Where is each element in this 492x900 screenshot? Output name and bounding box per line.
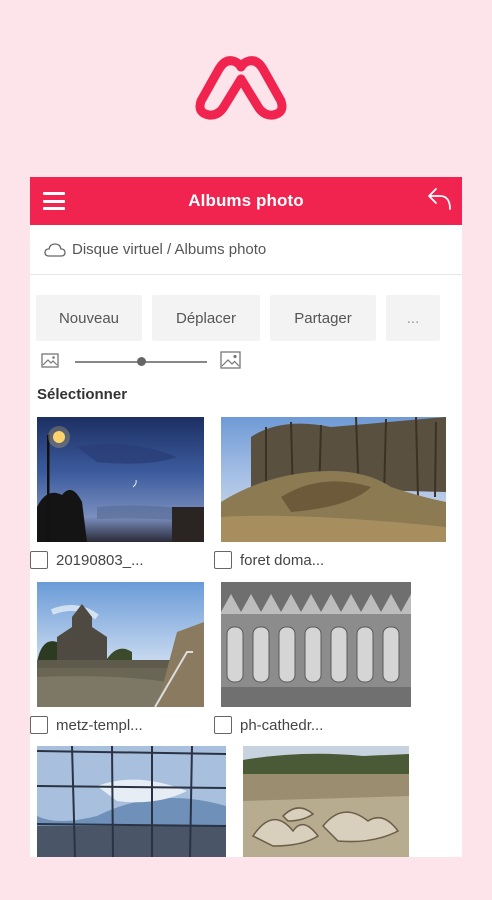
new-button[interactable]: Nouveau (36, 295, 142, 341)
photo-name: foret doma... (240, 551, 325, 569)
breadcrumb-path[interactable]: Disque virtuel / Albums photo (72, 241, 266, 258)
photo-checkbox[interactable] (214, 716, 232, 734)
photo-checkbox[interactable] (30, 716, 48, 734)
photo-image (221, 417, 446, 542)
photo-thumbnail[interactable] (37, 746, 226, 857)
photo-checkbox[interactable] (214, 551, 232, 569)
share-button[interactable]: Partager (270, 295, 376, 341)
photo-name: 20190803_... (56, 551, 144, 569)
photo-caption: metz-templ... (30, 716, 143, 734)
album-panel: Albums photo Disque virtuel / Albums pho… (30, 177, 462, 857)
photo-thumbnail[interactable] (221, 582, 411, 707)
small-image-icon (41, 353, 59, 368)
photo-image (243, 746, 409, 857)
photo-thumbnail[interactable] (243, 746, 409, 857)
page-title: Albums photo (188, 191, 304, 210)
move-button[interactable]: Déplacer (152, 295, 260, 341)
photo-caption: 20190803_... (30, 551, 144, 569)
photo-image (221, 582, 411, 707)
app-header: Albums photo (30, 177, 462, 225)
photo-checkbox[interactable] (30, 551, 48, 569)
photo-caption: foret doma... (214, 551, 324, 569)
more-button[interactable]: ... (386, 295, 440, 341)
photo-caption: ph-cathedr... (214, 716, 323, 734)
photo-image (37, 746, 226, 857)
back-arrow-icon[interactable] (426, 187, 454, 213)
photo-name: ph-cathedr... (240, 716, 324, 734)
photo-thumbnail[interactable] (37, 417, 204, 542)
photo-thumbnail[interactable] (37, 582, 204, 707)
slider-handle[interactable] (136, 357, 146, 366)
photo-image (37, 417, 204, 542)
breadcrumb: Disque virtuel / Albums photo (30, 225, 462, 275)
cloud-icon (44, 242, 66, 257)
thumbnail-size-slider (30, 341, 462, 379)
photo-image (37, 582, 204, 707)
photo-thumbnail[interactable] (221, 417, 446, 542)
action-toolbar: Nouveau Déplacer Partager ... (30, 275, 462, 341)
photo-name: metz-templ... (56, 716, 143, 734)
select-label[interactable]: Sélectionner (37, 386, 127, 403)
menu-icon[interactable] (43, 192, 65, 210)
large-image-icon (220, 351, 241, 369)
app-logo-icon (195, 56, 287, 120)
